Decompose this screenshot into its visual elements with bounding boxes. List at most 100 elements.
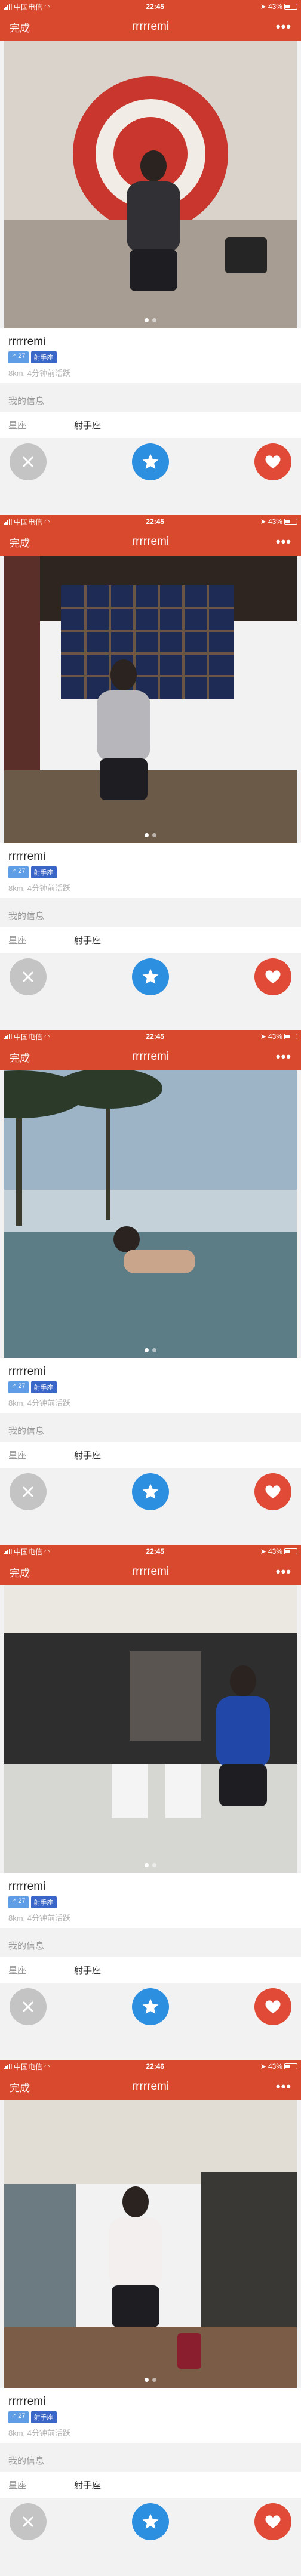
pager-dot[interactable] [145,833,149,837]
zodiac-badge: 射手座 [30,2411,57,2423]
person-legs [130,249,177,291]
person-body [127,181,180,253]
pager-dot[interactable] [145,318,149,322]
photo-pager [4,1348,297,1352]
nav-title: rrrrremi [131,1565,170,1578]
sea [4,1190,297,1232]
bag [225,237,267,273]
profile-photo[interactable] [4,41,297,328]
superlike-button[interactable] [132,443,169,480]
photo-pager [4,318,297,322]
skip-button[interactable] [10,1473,47,1510]
zodiac-value: 射手座 [74,420,102,431]
more-button[interactable]: ••• [276,1564,291,1579]
heart-icon [265,2000,281,2014]
skip-button[interactable] [10,1988,47,2025]
like-button[interactable] [254,958,291,995]
skip-button[interactable] [10,443,47,480]
close-icon [23,1486,33,1497]
swimmer-arms [124,1250,195,1273]
status-time: 22:45 [146,517,165,526]
location-icon: ➤ [260,1547,266,1556]
section-heading: 我的信息 [0,1928,301,1957]
photo-scene [4,556,297,843]
person-head [110,659,137,690]
location-icon: ➤ [260,517,266,526]
nav-title: rrrrremi [131,2080,170,2093]
more-button[interactable]: ••• [276,534,291,550]
done-button[interactable]: 完成 [10,2080,30,2094]
carrier-name: 中国电信 [14,517,43,526]
skip-button[interactable] [10,2503,47,2540]
status-time: 22:46 [146,2062,165,2071]
pager-dot[interactable] [152,318,156,322]
section-heading: 我的信息 [0,1413,301,1442]
zodiac-label: 星座 [8,935,27,946]
profile-photo[interactable] [4,2100,297,2388]
nav-bar: 完成 rrrrremi ••• [0,2073,301,2100]
like-button[interactable] [254,1473,291,1510]
status-bar: 中国电信 ◠ 22:45 ➤ 43% [0,0,301,13]
superlike-button[interactable] [132,958,169,995]
more-button[interactable]: ••• [276,1049,291,1065]
battery-icon [284,1548,297,1554]
more-button[interactable]: ••• [276,2079,291,2094]
done-button[interactable]: 完成 [10,20,30,35]
star-icon [142,1483,159,1499]
more-button[interactable]: ••• [276,19,291,35]
photo-scene [4,2100,297,2388]
location-icon: ➤ [260,1032,266,1041]
carrier-name: 中国电信 [14,1547,43,1556]
distance-activity: 8km, 4分钟前活跃 [8,1914,71,1923]
zodiac-row: 星座 射手座 [0,1957,301,1983]
photo-scene [4,1585,297,1873]
done-button[interactable]: 完成 [10,1565,30,1579]
action-bar [0,438,301,486]
battery-icon [284,2063,297,2069]
status-bar: 中国电信 ◠ 22:46 ➤ 43% [0,2060,301,2073]
wifi-icon: ◠ [44,1548,50,1556]
profile-screen: 中国电信 ◠ 22:45 ➤ 43% 完成 rrrrremi ••• rrrrr… [0,1545,301,2060]
heart-icon [265,1485,281,1499]
pager-dot[interactable] [152,1863,156,1867]
zodiac-label: 星座 [8,1965,27,1976]
nav-title: rrrrremi [131,20,170,33]
done-button[interactable]: 完成 [10,1050,30,1065]
pager-dot[interactable] [145,2378,149,2382]
action-bar [0,1468,301,1516]
skip-button[interactable] [10,958,47,995]
zodiac-row: 星座 射手座 [0,412,301,438]
pager-dot[interactable] [152,1348,156,1352]
profile-info: rrrrremi ♂ 27 射手座 8km, 4分钟前活跃 [0,1358,301,1413]
status-time: 22:45 [146,1032,165,1041]
person-head [230,1665,256,1696]
pager-dot[interactable] [145,1348,149,1352]
star-icon [142,2513,159,2529]
pager-dot[interactable] [145,1863,149,1867]
action-bar [0,1983,301,2031]
zodiac-value: 射手座 [74,935,102,946]
like-button[interactable] [254,1988,291,2025]
carrier-name: 中国电信 [14,1032,43,1041]
profile-photo[interactable] [4,1070,297,1358]
pager-dot[interactable] [152,2378,156,2382]
profile-photo[interactable] [4,1585,297,1873]
signal-icon [4,1548,12,1554]
close-icon [23,2001,33,2012]
superlike-button[interactable] [132,1473,169,1510]
like-button[interactable] [254,2503,291,2540]
like-button[interactable] [254,443,291,480]
photo-scene [4,1070,297,1358]
close-icon [23,971,33,982]
zodiac-value: 射手座 [74,2480,102,2491]
username: rrrrremi [8,1880,46,1893]
pager-dot[interactable] [152,833,156,837]
location-icon: ➤ [260,2,266,11]
zodiac-row: 星座 射手座 [0,927,301,953]
superlike-button[interactable] [132,1988,169,2025]
done-button[interactable]: 完成 [10,535,30,550]
person-body [109,2217,162,2289]
superlike-button[interactable] [132,2503,169,2540]
star-icon [142,454,159,469]
profile-photo[interactable] [4,556,297,843]
